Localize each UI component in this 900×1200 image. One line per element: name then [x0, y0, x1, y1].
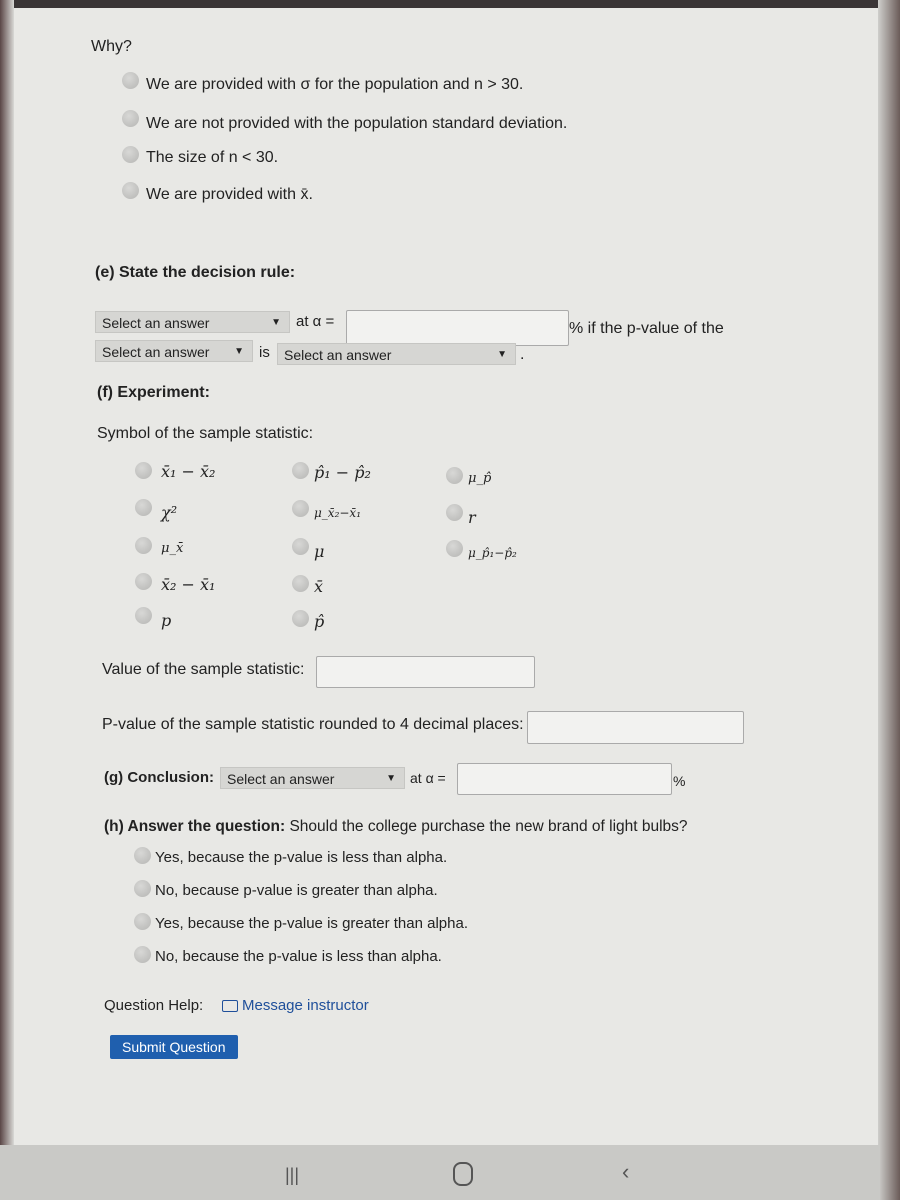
symbol-option[interactable]: r	[446, 504, 476, 527]
period: .	[520, 346, 525, 363]
decision-select-3[interactable]: Select an answer ▼	[277, 343, 516, 365]
percent-sign: %	[673, 773, 686, 789]
conclusion-select[interactable]: Select an answer ▼	[220, 767, 405, 789]
radio-icon[interactable]	[446, 504, 463, 521]
dropdown-arrow-icon: ▼	[386, 773, 396, 784]
radio-icon[interactable]	[122, 182, 139, 199]
why-option-3[interactable]: We are provided with x̄.	[122, 182, 313, 204]
message-instructor-link[interactable]: Message instructor	[222, 997, 369, 1014]
select-value: Select an answer	[102, 344, 210, 360]
answer-option-2[interactable]: Yes, because the p-value is greater than…	[134, 913, 468, 935]
radio-icon[interactable]	[122, 72, 139, 89]
symbol-option[interactable]: x̄₂ − x̄₁	[135, 573, 215, 595]
conclusion-heading: (g) Conclusion:	[104, 769, 214, 786]
pvalue-of-text: % if the p-value of the	[569, 320, 724, 337]
symbol-option[interactable]: p	[135, 607, 171, 630]
radio-icon[interactable]	[134, 946, 151, 963]
radio-icon[interactable]	[292, 575, 309, 592]
radio-icon[interactable]	[122, 110, 139, 127]
answer-option-3[interactable]: No, because the p-value is less than alp…	[134, 946, 442, 968]
question-line: (h) Answer the question: Should the coll…	[104, 818, 688, 836]
why-option-1[interactable]: We are not provided with the population …	[122, 110, 567, 132]
dropdown-arrow-icon: ▼	[234, 346, 244, 357]
symbol-option[interactable]: μ	[292, 538, 324, 561]
radio-icon[interactable]	[134, 847, 151, 864]
alpha-input[interactable]	[346, 310, 569, 346]
radio-icon[interactable]	[446, 540, 463, 557]
home-icon[interactable]	[453, 1162, 473, 1186]
android-nav-bar: ||| ‹	[0, 1145, 880, 1200]
question-text: Should the college purchase the new bran…	[289, 818, 688, 835]
radio-icon[interactable]	[446, 467, 463, 484]
decision-rule-heading: (e) State the decision rule:	[95, 264, 296, 281]
dropdown-arrow-icon: ▼	[271, 317, 281, 328]
radio-icon[interactable]	[122, 146, 139, 163]
conclusion-alpha-input[interactable]	[457, 763, 672, 795]
symbol-label: Symbol of the sample statistic:	[97, 425, 314, 442]
why-option-0[interactable]: We are provided with σ for the populatio…	[122, 72, 523, 94]
symbol-option[interactable]: x̄₁ − x̄₂	[135, 462, 215, 484]
left-bezel	[0, 0, 14, 1200]
sample-statistic-input[interactable]	[316, 656, 535, 688]
decision-select-2[interactable]: Select an answer ▼	[95, 340, 253, 362]
envelope-icon	[222, 1000, 238, 1013]
is-label: is	[259, 344, 270, 361]
symbol-option[interactable]: χ²	[135, 499, 177, 522]
decision-select-1[interactable]: Select an answer ▼	[95, 311, 290, 333]
select-value: Select an answer	[102, 315, 210, 331]
submit-question-button[interactable]: Submit Question	[110, 1035, 238, 1059]
answer-option-0[interactable]: Yes, because the p-value is less than al…	[134, 847, 447, 869]
experiment-heading: (f) Experiment:	[97, 384, 210, 401]
select-value: Select an answer	[284, 347, 392, 363]
radio-icon[interactable]	[135, 537, 152, 554]
select-value: Select an answer	[227, 771, 335, 787]
radio-icon[interactable]	[135, 607, 152, 624]
pvalue-input[interactable]	[527, 711, 744, 744]
symbol-option[interactable]: μ_x̄	[135, 537, 183, 559]
symbol-option[interactable]: μ_p̂₁−p̂₂	[446, 540, 517, 562]
at-alpha-label: at α =	[296, 313, 335, 330]
question-heading: (h) Answer the question:	[104, 818, 286, 835]
symbol-option[interactable]: p̂	[292, 610, 324, 632]
radio-icon[interactable]	[292, 500, 309, 517]
value-label: Value of the sample statistic:	[102, 661, 305, 678]
radio-icon[interactable]	[135, 573, 152, 590]
radio-icon[interactable]	[292, 538, 309, 555]
symbol-option[interactable]: x̄	[292, 575, 323, 597]
radio-icon[interactable]	[134, 880, 151, 897]
right-bezel	[878, 0, 900, 1200]
why-option-2[interactable]: The size of n < 30.	[122, 146, 278, 168]
back-icon[interactable]: ‹	[622, 1159, 629, 1185]
radio-icon[interactable]	[292, 610, 309, 627]
symbol-option[interactable]: μ_p̂	[446, 467, 491, 489]
radio-icon[interactable]	[135, 499, 152, 516]
symbol-option[interactable]: μ_x̄₂−x̄₁	[292, 500, 361, 522]
question-help-label: Question Help:	[104, 997, 204, 1014]
radio-icon[interactable]	[134, 913, 151, 930]
top-bezel	[0, 0, 900, 8]
recent-apps-icon[interactable]: |||	[285, 1165, 299, 1186]
symbol-option[interactable]: p̂₁ − p̂₂	[292, 462, 371, 484]
conclusion-at-alpha: at α =	[410, 770, 446, 786]
answer-option-1[interactable]: No, because p-value is greater than alph…	[134, 880, 438, 902]
dropdown-arrow-icon: ▼	[497, 349, 507, 360]
pvalue-label: P-value of the sample statistic rounded …	[102, 716, 524, 733]
radio-icon[interactable]	[292, 462, 309, 479]
radio-icon[interactable]	[135, 462, 152, 479]
why-label: Why?	[91, 38, 132, 55]
